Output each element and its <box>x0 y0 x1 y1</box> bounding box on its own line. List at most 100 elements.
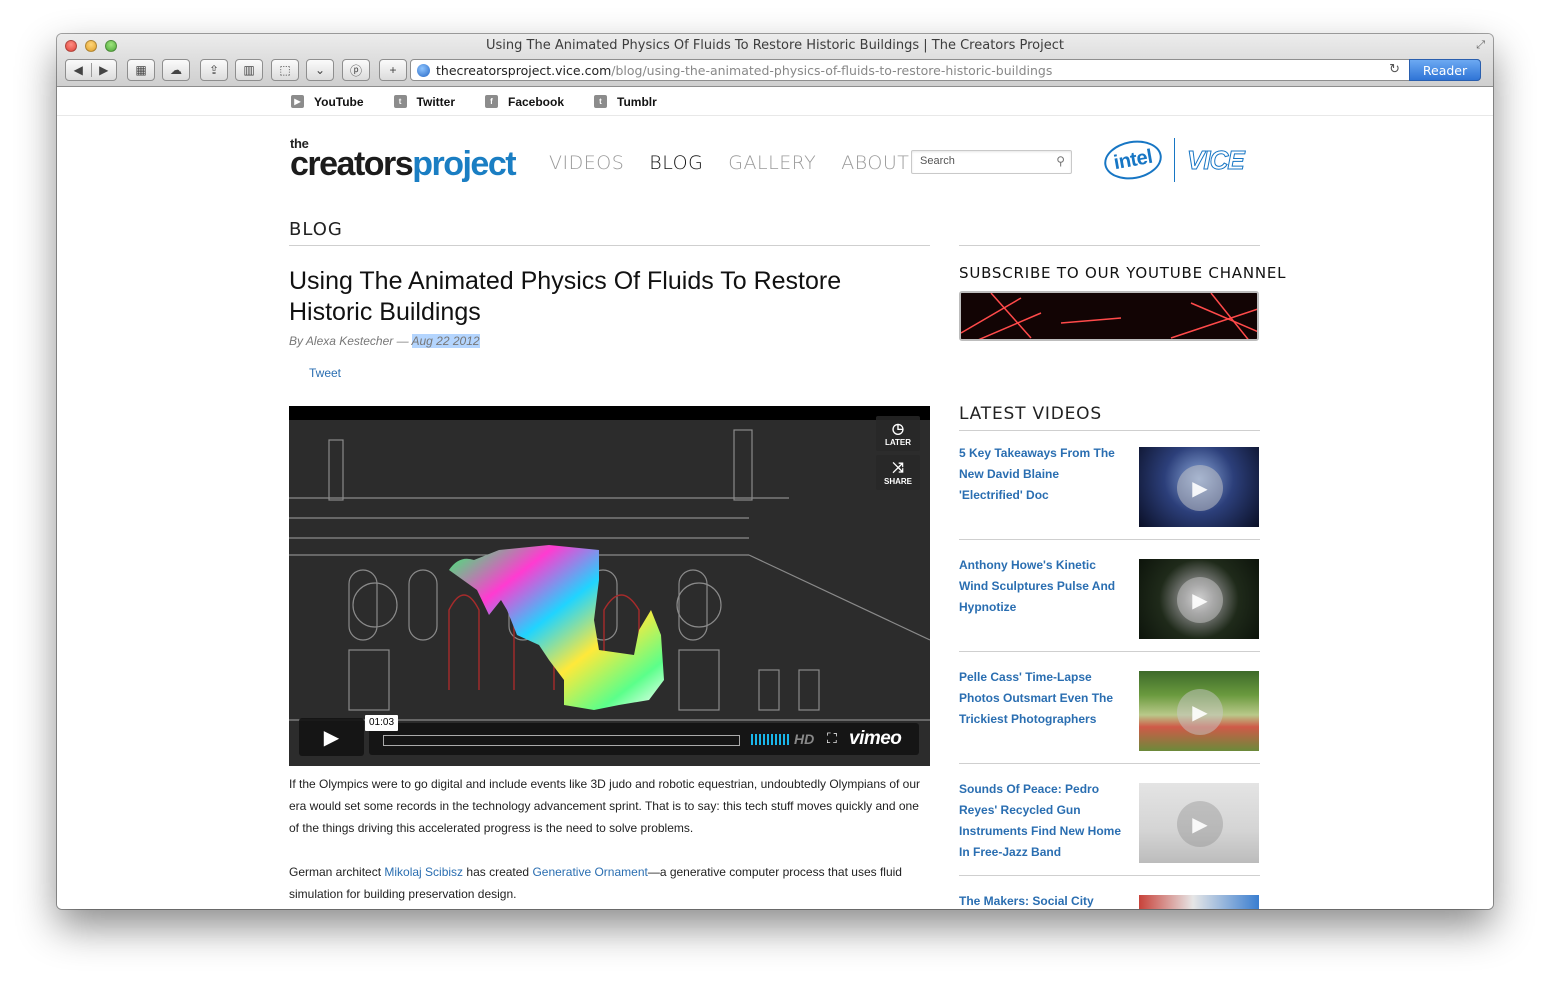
clock-icon: ◷ <box>891 419 905 436</box>
link-mikolaj-scibisz[interactable]: Mikolaj Scibisz <box>384 865 463 879</box>
nav-item-blog[interactable]: BLOG <box>649 152 703 174</box>
intel-logo[interactable]: intel <box>1101 136 1165 184</box>
browser-toolbar: Using The Animated Physics Of Fluids To … <box>57 34 1493 87</box>
volume-control[interactable] <box>751 734 789 745</box>
social-link-facebook[interactable]: f Facebook <box>485 95 564 109</box>
cloud-icon: ☁ <box>170 63 182 77</box>
vice-logo[interactable]: VICE <box>1187 144 1246 176</box>
divider <box>289 245 930 246</box>
youtube-subscribe-banner[interactable] <box>959 291 1259 341</box>
social-link-twitter[interactable]: t Twitter <box>393 95 455 109</box>
video-thumbnail[interactable] <box>1139 895 1259 909</box>
divider <box>959 539 1260 540</box>
video-title-link[interactable]: Anthony Howe's Kinetic Wind Sculptures P… <box>959 555 1124 618</box>
grid-icon: ▦ <box>135 63 147 77</box>
social-link-youtube[interactable]: ▶ YouTube <box>291 95 364 109</box>
video-title-link[interactable]: Pelle Cass' Time-Lapse Photos Outsmart E… <box>959 667 1124 730</box>
twitter-icon: t <box>393 95 407 108</box>
top-sites-button[interactable]: ▦ <box>127 59 155 81</box>
screenshot-icon: ⬚ <box>279 63 291 77</box>
section-heading: BLOG <box>289 219 343 240</box>
play-icon: ▶ <box>323 726 340 749</box>
article-title: Using The Animated Physics Of Fluids To … <box>289 267 842 326</box>
pocket-button[interactable]: ⌄ <box>306 59 334 81</box>
divider <box>959 245 1260 246</box>
video-controls: HD ⛶ vimeo <box>369 723 919 755</box>
vimeo-logo[interactable]: vimeo <box>849 728 902 750</box>
article-paragraph: German architect Mikolaj Scibisz has cre… <box>289 865 902 901</box>
latest-video-item[interactable]: 5 Key Takeaways From The New David Blain… <box>959 443 1260 555</box>
address-bar[interactable]: thecreatorsproject.vice.com/blog/using-t… <box>410 59 1481 81</box>
video-title-link[interactable]: Sounds Of Peace: Pedro Reyes' Recycled G… <box>959 779 1124 863</box>
logo-wordmark: creatorsproject <box>290 145 517 183</box>
play-icon: ▶ <box>1177 801 1223 847</box>
article-paragraph: If the Olympics were to go digital and i… <box>289 777 921 835</box>
tweet-button[interactable]: Tweet <box>309 366 341 380</box>
url-domain: thecreatorsproject.vice.com <box>436 62 612 78</box>
search-input[interactable]: Search ⚲ <box>911 150 1072 174</box>
social-link-tumblr[interactable]: t Tumblr <box>594 95 657 109</box>
latest-video-item[interactable]: Pelle Cass' Time-Lapse Photos Outsmart E… <box>959 667 1260 779</box>
latest-video-item[interactable]: Anthony Howe's Kinetic Wind Sculptures P… <box>959 555 1260 667</box>
video-share-button[interactable]: ⤨ SHARE <box>876 455 920 490</box>
screenshot-button[interactable]: ⬚ <box>271 59 299 81</box>
article-byline: By Alexa Kestecher — Aug 22 2012 <box>289 334 480 348</box>
divider <box>57 115 1493 116</box>
reader-button[interactable]: Reader <box>1409 59 1481 81</box>
share-icon: ⤨ <box>892 458 904 475</box>
video-thumbnail[interactable]: ▶ <box>1139 447 1259 527</box>
pinterest-icon: ⓟ <box>349 63 362 78</box>
icloud-tabs-button[interactable]: ☁ <box>162 59 190 81</box>
latest-video-item[interactable]: Sounds Of Peace: Pedro Reyes' Recycled G… <box>959 779 1260 891</box>
share-button[interactable]: ⇪ <box>200 59 228 81</box>
pocket-icon: ⌄ <box>314 63 326 77</box>
divider <box>959 430 1260 431</box>
video-thumbnail[interactable]: ▶ <box>1139 671 1259 751</box>
plus-icon: + <box>389 63 397 77</box>
fullscreen-icon[interactable]: ⤢ <box>1476 39 1485 52</box>
fullscreen-icon[interactable]: ⛶ <box>827 730 837 747</box>
watch-later-button[interactable]: ◷ LATER <box>876 416 920 451</box>
divider <box>959 651 1260 652</box>
progress-bar[interactable] <box>383 735 740 746</box>
divider <box>959 875 1260 876</box>
back-forward-buttons: ◀ ▶ <box>65 59 117 81</box>
video-thumbnail[interactable]: ▶ <box>1139 783 1259 863</box>
site-logo[interactable]: the creatorsproject <box>290 137 517 183</box>
nav-item-about[interactable]: ABOUT <box>841 152 909 174</box>
search-placeholder: Search <box>920 155 955 167</box>
sponsor-logos: intel VICE <box>1101 136 1246 184</box>
nav-item-videos[interactable]: VIDEOS <box>549 152 624 174</box>
video-title-link[interactable]: The Makers: Social City <box>959 891 1124 909</box>
link-generative-ornament[interactable]: Generative Ornament <box>532 865 647 879</box>
social-links-bar: ▶ YouTube t Twitter f Facebook t Tumblr <box>291 88 657 115</box>
back-arrow-icon[interactable]: ◀ <box>66 63 92 77</box>
video-title-link[interactable]: 5 Key Takeaways From The New David Blain… <box>959 443 1124 506</box>
social-label: YouTube <box>314 94 364 109</box>
play-button[interactable]: ▶ <box>299 718 364 756</box>
latest-videos-heading: LATEST VIDEOS <box>959 404 1102 424</box>
pinterest-button[interactable]: ⓟ <box>342 59 370 81</box>
play-icon: ▶ <box>1177 689 1223 735</box>
share-label: SHARE <box>883 476 912 486</box>
author: By Alexa Kestecher — <box>289 334 412 348</box>
reload-icon[interactable]: ↻ <box>1389 62 1400 77</box>
url-path: /blog/using-the-animated-physics-of-flui… <box>611 62 1053 78</box>
social-label: Facebook <box>508 94 565 109</box>
publish-date: Aug 22 2012 <box>411 334 480 348</box>
bookmarks-button[interactable]: ▥ <box>235 59 263 81</box>
social-label: Tumblr <box>617 94 657 109</box>
play-icon: ▶ <box>1177 465 1223 511</box>
search-icon[interactable]: ⚲ <box>1056 154 1065 168</box>
new-tab-button[interactable]: + <box>379 59 407 81</box>
video-thumbnail[interactable]: ▶ <box>1139 559 1259 639</box>
video-player[interactable]: ◷ LATER ⤨ SHARE ▶ HD ⛶ vimeo 01:03 <box>289 406 930 766</box>
later-label: LATER <box>884 437 912 447</box>
divider <box>959 763 1260 764</box>
hd-toggle[interactable]: HD <box>794 731 814 747</box>
latest-video-item[interactable]: The Makers: Social City <box>959 891 1260 909</box>
nav-item-gallery[interactable]: GALLERY <box>728 152 816 174</box>
forward-arrow-icon[interactable]: ▶ <box>92 63 117 77</box>
youtube-icon: ▶ <box>291 95 304 108</box>
subscribe-heading: SUBSCRIBE TO OUR YOUTUBE CHANNEL <box>959 264 1287 282</box>
